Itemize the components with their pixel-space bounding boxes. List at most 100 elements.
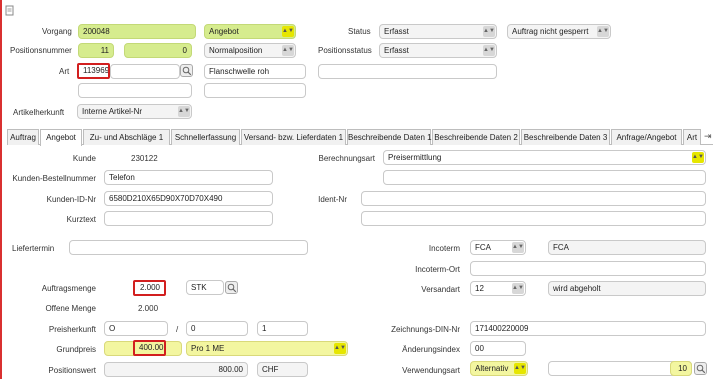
aenderungsindex-field[interactable]: 00: [470, 341, 526, 356]
tab-zu-und-abschlaege-1[interactable]: Zu- und Abschläge 1: [83, 129, 170, 145]
verwendungsart-label: Verwendungsart: [402, 366, 460, 375]
kunde-value: 230122: [131, 154, 158, 163]
kunden-bestellnummer-field[interactable]: Telefon: [104, 170, 273, 185]
dropdown-arrow-icon[interactable]: ▲▼: [483, 45, 495, 56]
art-description-2-field[interactable]: [204, 83, 306, 98]
versandart-select[interactable]: 12 ▲▼: [470, 281, 526, 296]
vorgang-type-value: Angebot: [209, 27, 239, 36]
vorgang-label: Vorgang: [42, 27, 72, 36]
dropdown-arrow-icon[interactable]: ▲▼: [597, 26, 609, 37]
preis-b-field[interactable]: 1: [257, 321, 308, 336]
positionswert-label: Positionswert: [48, 366, 96, 375]
ident-nr-label: Ident-Nr: [318, 195, 347, 204]
kunden-bestellnummer-label: Kunden-Bestellnummer: [12, 174, 96, 183]
currency-field: CHF: [257, 362, 308, 377]
tab-auftrag[interactable]: Auftrag: [7, 129, 39, 145]
position-type-select[interactable]: Normalposition ▲▼: [204, 43, 296, 58]
tab-beschreibende-daten-1[interactable]: Beschreibende Daten 1: [347, 129, 432, 145]
dropdown-arrow-icon[interactable]: ▲▼: [512, 283, 524, 294]
verwendungsart-lookup-button[interactable]: [694, 362, 707, 375]
slash-separator: /: [176, 325, 179, 334]
positionsstatus-label: Positionsstatus: [318, 46, 372, 55]
tab-beschreibende-daten-2[interactable]: Beschreibende Daten 2: [432, 129, 520, 145]
tab-angebot[interactable]: Angebot: [40, 129, 82, 146]
vorgang-type-select[interactable]: Angebot ▲▼: [204, 24, 296, 39]
search-icon: [696, 364, 706, 374]
positionsnummer-sub-field[interactable]: 0: [124, 43, 192, 58]
tab-scroll-icon[interactable]: ⇥: [704, 131, 712, 142]
dropdown-arrow-icon[interactable]: ▲▼: [334, 343, 346, 354]
dropdown-arrow-icon[interactable]: ▲▼: [282, 26, 294, 37]
ident-nr-extra-field[interactable]: [361, 211, 706, 226]
vorgang-field[interactable]: 200048: [78, 24, 196, 39]
versandart-label: Versandart: [421, 285, 460, 294]
tab-versand-lieferdaten-1[interactable]: Versand- bzw. Lieferdaten 1: [241, 129, 346, 145]
dropdown-arrow-icon[interactable]: ▲▼: [514, 363, 526, 374]
offene-menge-value: 2.000: [138, 304, 159, 313]
position-type-value: Normalposition: [209, 46, 263, 55]
document-icon: [5, 5, 14, 16]
berechnungsart-select[interactable]: Preisermittlung ▲▼: [383, 150, 706, 165]
artikelherkunft-value: Interne Artikel-Nr: [82, 107, 143, 116]
positionswert-field: 800.00: [104, 362, 248, 377]
zeichnungs-din-nr-field[interactable]: 171400220009: [470, 321, 706, 336]
berechnungsart-value: Preisermittlung: [388, 153, 442, 162]
preiseinheit-value: Pro 1 ME: [191, 344, 225, 353]
liefertermin-label: Liefertermin: [12, 244, 55, 253]
search-icon: [182, 66, 192, 76]
incoterm-description-field: FCA: [548, 240, 706, 255]
verwendungsart-select[interactable]: Alternativ ▲▼: [470, 361, 528, 376]
art-description-field[interactable]: Flanschwelle roh: [204, 64, 306, 79]
art-variant-field[interactable]: [78, 83, 192, 98]
offene-menge-label: Offene Menge: [45, 304, 96, 313]
berechnungsart-label: Berechnungsart: [318, 154, 375, 163]
incoterm-value: FCA: [475, 243, 491, 252]
lock-status-value: Auftrag nicht gesperrt: [512, 27, 589, 36]
dropdown-arrow-icon[interactable]: ▲▼: [178, 106, 190, 117]
kurztext-field[interactable]: [104, 211, 273, 226]
dropdown-arrow-icon[interactable]: ▲▼: [282, 45, 294, 56]
tab-beschreibende-daten-3[interactable]: Beschreibende Daten 3: [521, 129, 610, 145]
dropdown-arrow-icon[interactable]: ▲▼: [512, 242, 524, 253]
incoterm-ort-field[interactable]: [470, 261, 706, 276]
dropdown-arrow-icon[interactable]: ▲▼: [483, 26, 495, 37]
dropdown-arrow-icon[interactable]: ▲▼: [692, 152, 704, 163]
incoterm-ort-label: Incoterm-Ort: [415, 265, 460, 274]
lock-status-select[interactable]: Auftrag nicht gesperrt ▲▼: [507, 24, 611, 39]
berechnungsart-extra-field[interactable]: [383, 170, 706, 185]
art-extra-field[interactable]: [318, 64, 497, 79]
verwendungsart-value: Alternativ: [475, 364, 509, 373]
status-select[interactable]: Erfasst ▲▼: [379, 24, 497, 39]
tab-anfrage-angebot[interactable]: Anfrage/Angebot: [611, 129, 682, 145]
incoterm-label: Incoterm: [428, 244, 460, 253]
kunden-id-label: Kunden-ID-Nr: [46, 195, 96, 204]
kurztext-label: Kurztext: [66, 215, 96, 224]
grundpreis-field[interactable]: 400.00: [133, 340, 166, 356]
art-field[interactable]: 113969: [77, 63, 110, 79]
search-icon: [227, 283, 237, 293]
preisherkunft-label: Preisherkunft: [48, 325, 96, 334]
liefertermin-field[interactable]: [69, 240, 308, 255]
left-edge-marker: [0, 0, 2, 379]
preiseinheit-select[interactable]: Pro 1 ME ▲▼: [186, 341, 348, 356]
tab-bar: Auftrag Angebot Zu- und Abschläge 1 Schn…: [7, 129, 713, 146]
auftragsmenge-field[interactable]: 2.000: [133, 280, 166, 296]
artikelherkunft-label: Artikelherkunft: [13, 108, 65, 117]
tab-art[interactable]: Art: [683, 129, 701, 145]
artikelherkunft-select[interactable]: Interne Artikel-Nr ▲▼: [77, 104, 192, 119]
preis-a-field[interactable]: 0: [186, 321, 248, 336]
verwendungsart-number-field[interactable]: 10: [670, 361, 692, 376]
art-lookup-button[interactable]: [180, 64, 193, 77]
positionsnummer-field[interactable]: 11: [78, 43, 114, 58]
status-value: Erfasst: [384, 27, 409, 36]
auftragsmenge-label: Auftragsmenge: [41, 284, 96, 293]
kunden-id-field[interactable]: 6580D210X65D90X70D70X490: [104, 191, 273, 206]
incoterm-select[interactable]: FCA ▲▼: [470, 240, 526, 255]
art-field-extension[interactable]: [110, 64, 180, 79]
tab-schnellerfassung[interactable]: Schnellerfassung: [171, 129, 240, 145]
ident-nr-field[interactable]: [361, 191, 706, 206]
positionsstatus-select[interactable]: Erfasst ▲▼: [379, 43, 497, 58]
unit-lookup-button[interactable]: [225, 281, 238, 294]
preisherkunft-field[interactable]: O: [104, 321, 168, 336]
unit-field[interactable]: STK: [186, 280, 224, 295]
